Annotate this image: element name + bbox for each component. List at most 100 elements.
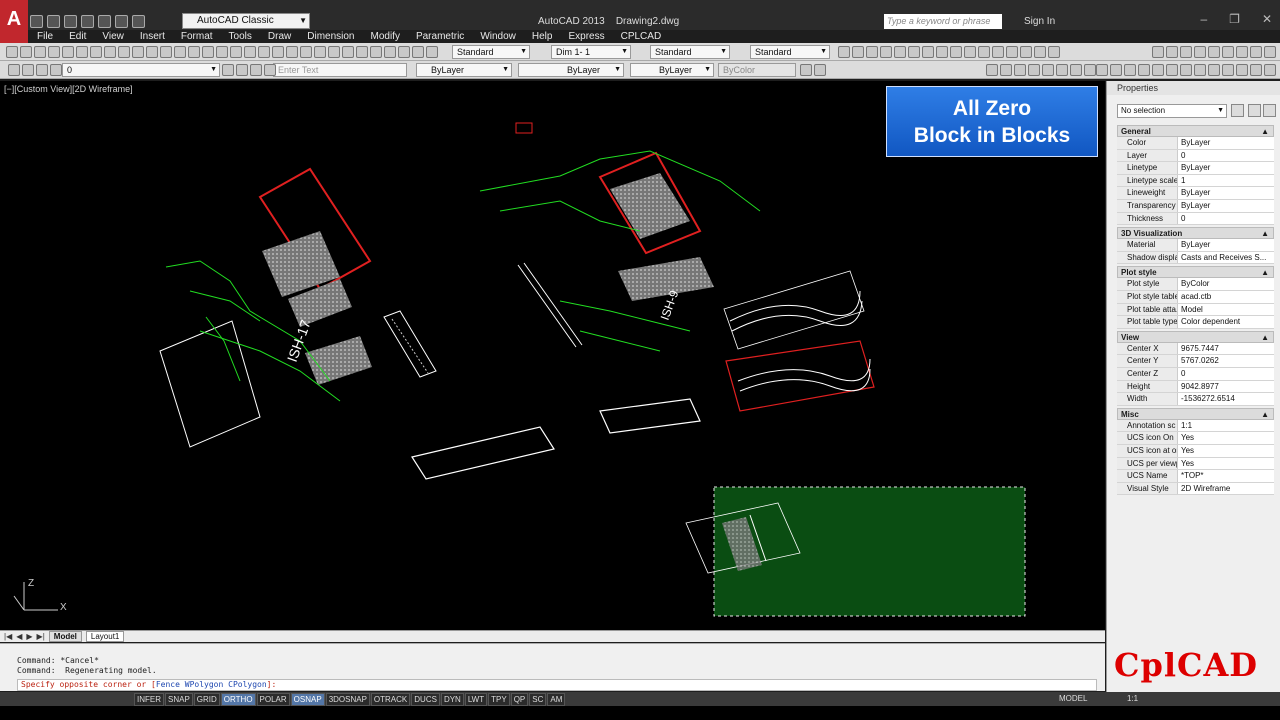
collapse-icon[interactable]: ▲ <box>1261 126 1273 137</box>
property-value[interactable]: ByLayer <box>1178 239 1274 251</box>
status-toggle-3dosnap[interactable]: 3DOSNAP <box>325 693 370 706</box>
toolbar-tool-icon[interactable] <box>34 46 46 58</box>
toolbar-tool-icon[interactable] <box>1096 64 1108 76</box>
multileader-style-select[interactable]: Standard ▼ <box>750 45 830 59</box>
toolbar-tool-icon[interactable] <box>1208 64 1220 76</box>
toolbar-tool-icon[interactable] <box>202 46 214 58</box>
toolbar-tool-icon[interactable] <box>1236 46 1248 58</box>
property-row[interactable]: UCS icon On Yes <box>1117 432 1274 445</box>
property-row[interactable]: Center X 9675.7447 <box>1117 342 1274 356</box>
toolbar-tool-icon[interactable] <box>132 46 144 58</box>
toolbar-tool-icon[interactable] <box>866 46 878 58</box>
toolbar-tool-icon[interactable] <box>992 46 1004 58</box>
collapse-icon[interactable]: ▲ <box>1261 409 1273 420</box>
menu-item-window[interactable]: Window <box>473 30 525 44</box>
toolbar-tool-icon[interactable] <box>936 46 948 58</box>
property-value[interactable]: acad.ctb <box>1178 290 1274 303</box>
toolbar-tool-icon[interactable] <box>922 46 934 58</box>
toolbar-tool-icon[interactable] <box>1138 64 1150 76</box>
toolbar-tool-icon[interactable] <box>230 46 242 58</box>
toolbar-tool-icon[interactable] <box>50 64 62 76</box>
toolbar-tool-icon[interactable] <box>1152 46 1164 58</box>
toolbar-tool-icon[interactable] <box>1110 64 1122 76</box>
enter-text-input[interactable]: Enter Text <box>273 63 407 77</box>
toolbar-tool-icon[interactable] <box>300 46 312 58</box>
toolbar-tool-icon[interactable] <box>1264 64 1276 76</box>
tab-nav-last-icon[interactable]: ▶| <box>37 632 45 641</box>
toolbar-tool-icon[interactable] <box>22 64 34 76</box>
status-toggle-am[interactable]: AM <box>547 693 566 706</box>
property-row[interactable]: Lineweight ByLayer <box>1117 187 1274 200</box>
toolbar-tool-icon[interactable] <box>1180 46 1192 58</box>
property-value[interactable]: 0 <box>1178 367 1274 380</box>
tab-layout1[interactable]: Layout1 <box>85 631 125 642</box>
property-row[interactable]: Center Z0 <box>1117 367 1274 381</box>
new-icon[interactable] <box>30 14 43 28</box>
toolbar-tool-icon[interactable] <box>1194 64 1206 76</box>
property-row[interactable]: Plot table atta... Model <box>1117 303 1274 317</box>
tab-model[interactable]: Model <box>48 631 82 642</box>
section-header[interactable]: 3D Visualization ▲ <box>1117 227 1274 240</box>
toolbar-tool-icon[interactable] <box>250 64 262 76</box>
section-header[interactable]: General ▲ <box>1117 125 1274 137</box>
status-toggle-tpy[interactable]: TPY <box>488 693 510 706</box>
table-style-select[interactable]: Standard ▼ <box>650 45 730 59</box>
status-toggle-grid[interactable]: GRID <box>193 693 220 706</box>
restore-icon[interactable]: ❐ <box>1229 12 1240 26</box>
property-row[interactable]: Center Y 5767.0262 <box>1117 355 1274 368</box>
help-search-input[interactable]: Type a keyword or phrase <box>884 14 1002 29</box>
toolbar-tool-icon[interactable] <box>1070 64 1082 76</box>
status-toggle-otrack[interactable]: OTRACK <box>370 693 411 706</box>
menu-item-draw[interactable]: Draw <box>261 30 300 44</box>
toolbar-tool-icon[interactable] <box>1028 64 1040 76</box>
toolbar-tool-icon[interactable] <box>146 46 158 58</box>
open-icon[interactable] <box>47 14 60 28</box>
toolbar-tool-icon[interactable] <box>1006 46 1018 58</box>
toolbar-tool-icon[interactable] <box>852 46 864 58</box>
property-row[interactable]: Shadow display Casts and Receives S... <box>1117 251 1274 265</box>
tab-nav-next-icon[interactable]: ▶ <box>26 632 32 641</box>
section-header[interactable]: Plot style ▲ <box>1117 266 1274 279</box>
prompt-fence-option[interactable]: Fence <box>156 680 180 689</box>
viewport-label[interactable]: [−][Custom View][2D Wireframe] <box>4 84 133 94</box>
select-objects-icon[interactable] <box>1248 104 1261 117</box>
toolbar-tool-icon[interactable] <box>76 46 88 58</box>
redo-icon[interactable] <box>132 14 145 28</box>
toolbar-tool-icon[interactable] <box>1020 46 1032 58</box>
status-toggle-sc[interactable]: SC <box>529 693 547 706</box>
property-value[interactable]: 5767.0262 <box>1178 355 1274 367</box>
prompt-wpolygon-option[interactable]: WPolygon <box>185 680 224 689</box>
property-row[interactable]: Color ByLayer <box>1117 137 1274 150</box>
property-row[interactable]: Visual Style 2D Wireframe <box>1117 482 1274 496</box>
property-value[interactable]: 1 <box>1178 174 1274 187</box>
toolbar-tool-icon[interactable] <box>426 46 438 58</box>
toolbar-tool-icon[interactable] <box>1048 46 1060 58</box>
property-row[interactable]: Thickness 0 <box>1117 212 1274 226</box>
minimize-icon[interactable]: – <box>1200 12 1207 26</box>
status-toggle-polar[interactable]: POLAR <box>256 693 290 706</box>
property-row[interactable]: Width -1536272.6514 <box>1117 393 1274 406</box>
property-row[interactable]: Linetype scale 1 <box>1117 174 1274 188</box>
menu-item-format[interactable]: Format <box>174 30 222 44</box>
toolbar-tool-icon[interactable] <box>1236 64 1248 76</box>
toolbar-tool-icon[interactable] <box>412 46 424 58</box>
linetype-select[interactable]: ByLayer ▼ <box>518 63 624 77</box>
toolbar-tool-icon[interactable] <box>20 46 32 58</box>
save-as-icon[interactable] <box>81 14 94 28</box>
property-value[interactable]: ByLayer <box>1178 187 1274 199</box>
toolbar-tool-icon[interactable] <box>986 64 998 76</box>
toolbar-tool-icon[interactable] <box>342 46 354 58</box>
toolbar-tool-icon[interactable] <box>118 46 130 58</box>
status-toggle-infer[interactable]: INFER <box>134 693 164 706</box>
sign-in-button[interactable]: Sign In <box>1024 16 1055 27</box>
property-row[interactable]: Height 9042.8977 <box>1117 380 1274 394</box>
property-value[interactable]: Casts and Receives S... <box>1178 251 1274 264</box>
toolbar-tool-icon[interactable] <box>264 64 276 76</box>
toolbar-tool-icon[interactable] <box>174 46 186 58</box>
section-header[interactable]: View ▲ <box>1117 330 1274 343</box>
toolbar-tool-icon[interactable] <box>370 46 382 58</box>
toolbar-tool-icon[interactable] <box>160 46 172 58</box>
property-row[interactable]: Plot style table acad.ctb <box>1117 290 1274 304</box>
toolbar-tool-icon[interactable] <box>1250 46 1262 58</box>
toolbar-tool-icon[interactable] <box>328 46 340 58</box>
